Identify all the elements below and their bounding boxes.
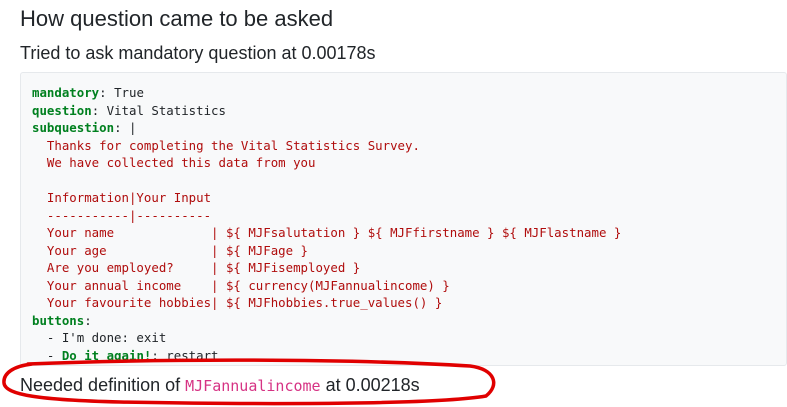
yaml-source: mandatory: True question: Vital Statisti… bbox=[32, 85, 622, 363]
yaml-value: | bbox=[128, 120, 137, 135]
yaml-value: Vital Statistics bbox=[106, 102, 226, 118]
code-block: mandatory: True question: Vital Statisti… bbox=[20, 72, 787, 366]
yaml-key: question bbox=[32, 102, 92, 118]
code-line: Your age | ${ MJFage } bbox=[32, 242, 309, 258]
code-line: Your favourite hobbies| ${ MJFhobbies.tr… bbox=[32, 295, 443, 310]
definition-note: Needed definition of MJFannualincome at … bbox=[20, 374, 420, 397]
page-heading: How question came to be asked bbox=[20, 6, 334, 31]
yaml-key: mandatory bbox=[32, 85, 100, 100]
yaml-key: buttons bbox=[32, 312, 85, 328]
yaml-key: Do it again! bbox=[61, 347, 152, 363]
yaml-value: True bbox=[114, 85, 144, 100]
code-line: Are you employed? | ${ MJFisemployed } bbox=[32, 260, 361, 275]
variable-name: MJFannualincome bbox=[185, 377, 321, 395]
definition-prefix: Needed definition of bbox=[20, 375, 186, 395]
code-line: Information|Your Input bbox=[32, 190, 212, 205]
code-line: Your name | ${ MJFsalutation } ${ MJFfir… bbox=[32, 225, 622, 240]
code-line: -----------|---------- bbox=[32, 207, 212, 223]
subheading: Tried to ask mandatory question at 0.001… bbox=[20, 43, 376, 63]
code-line: - I'm done: exit bbox=[32, 330, 167, 345]
code-line-prefix: - bbox=[32, 347, 62, 363]
definition-suffix: at 0.00218s bbox=[320, 375, 420, 395]
yaml-key: subquestion bbox=[32, 120, 115, 135]
yaml-value: : restart bbox=[151, 347, 219, 363]
code-line: Thanks for completing the Vital Statisti… bbox=[32, 137, 420, 153]
code-line: Your annual income | ${ currency(MJFannu… bbox=[32, 277, 450, 293]
code-line: We have collected this data from you bbox=[32, 155, 316, 170]
